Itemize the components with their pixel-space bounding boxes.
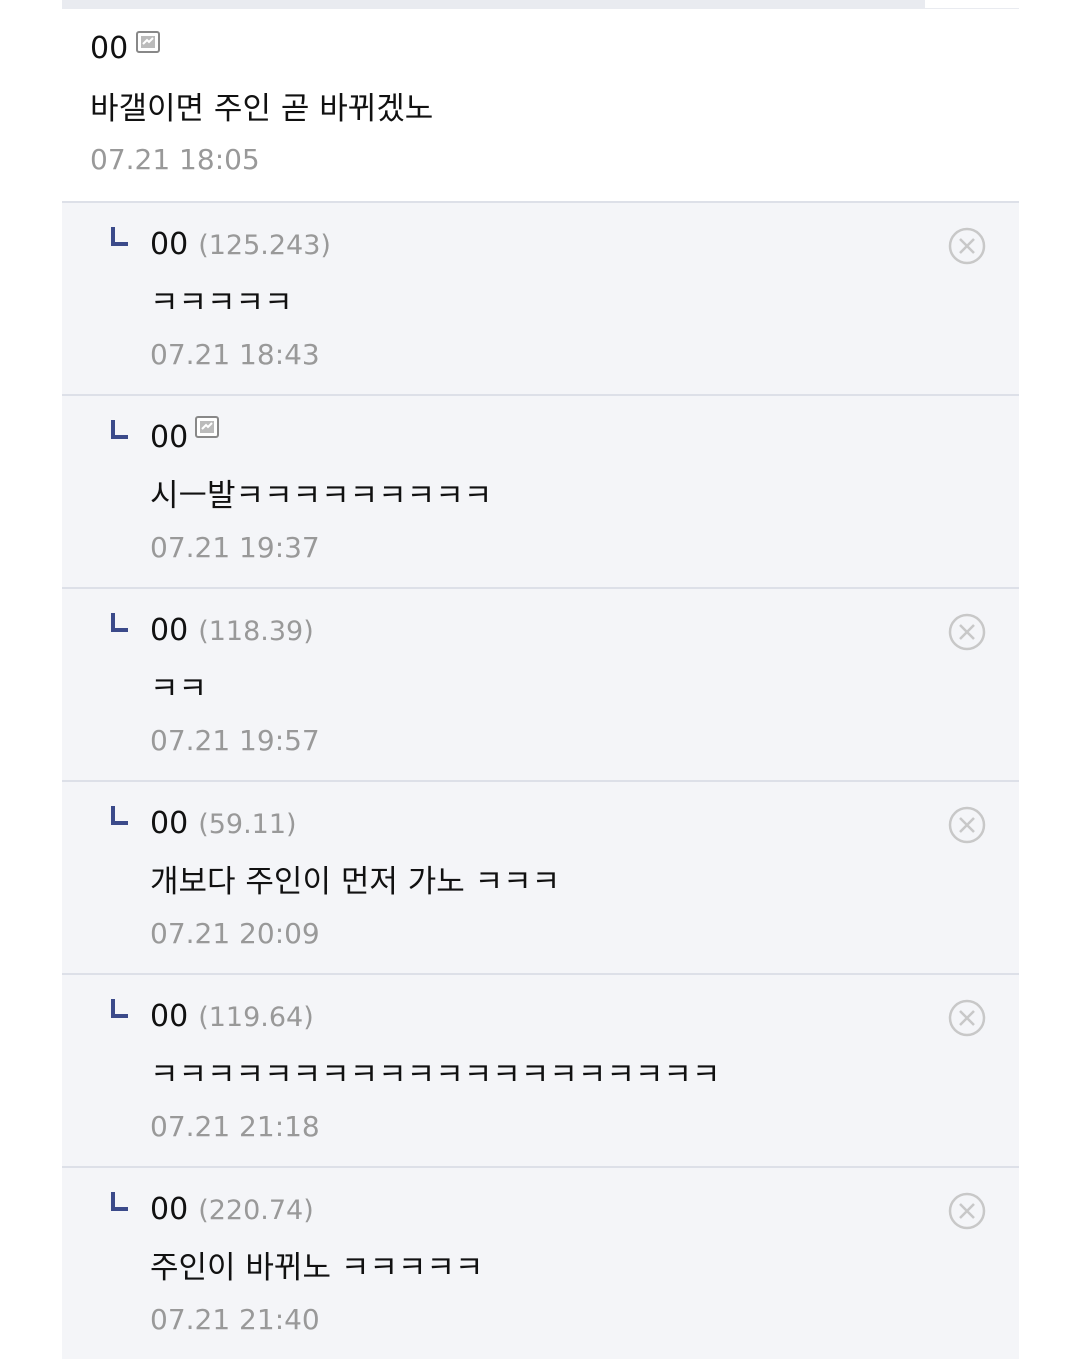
reply-nickname-text: 00 [150, 420, 189, 455]
delete-reply-icon[interactable] [948, 999, 986, 1037]
reply-ip: (125.243) [198, 230, 331, 261]
delete-reply-icon[interactable] [948, 806, 986, 844]
reply-date: 07.21 21:18 [150, 1110, 320, 1143]
reply-date: 07.21 18:43 [150, 338, 320, 371]
comment-text: 바갤이면 주인 곧 바뀌겠노 [90, 91, 434, 127]
reply-nickname-text: 00 [150, 806, 189, 841]
reply-item: 00 시ㅡ발ㅋㅋㅋㅋㅋㅋㅋㅋㅋ 07.21 19:37 [62, 394, 1019, 587]
reply-arrow-icon [111, 1192, 128, 1211]
reply-text: 주인이 바뀌노 ㅋㅋㅋㅋㅋ [150, 1250, 484, 1286]
reply-text: ㅋㅋ [150, 671, 208, 707]
reply-arrow-icon [111, 999, 128, 1018]
reply-nickname-text: 00 [150, 227, 189, 262]
reply-nickname[interactable]: 00 (119.64) [150, 997, 314, 1038]
delete-reply-icon[interactable] [948, 613, 986, 651]
reply-date: 07.21 20:09 [150, 917, 320, 950]
top-tab-active[interactable] [925, 0, 1054, 8]
reply-date: 07.21 19:57 [150, 724, 320, 757]
reply-text: 개보다 주인이 먼저 가노 ㅋㅋㅋ [150, 864, 561, 900]
reply-nickname-text: 00 [150, 1192, 189, 1227]
reply-nickname[interactable]: 00 (59.11) [150, 804, 297, 845]
reply-nickname[interactable]: 00 [150, 418, 188, 458]
reply-item: 00 (59.11) 개보다 주인이 먼저 가노 ㅋㅋㅋ 07.21 20:09 [62, 780, 1019, 973]
reply-item: 00 (125.243) ㅋㅋㅋㅋㅋ 07.21 18:43 [62, 201, 1019, 394]
reply-text: 시ㅡ발ㅋㅋㅋㅋㅋㅋㅋㅋㅋ [150, 478, 493, 514]
reply-nickname[interactable]: 00 (125.243) [150, 225, 331, 266]
reply-ip: (59.11) [198, 809, 297, 840]
delete-reply-icon[interactable] [948, 1192, 986, 1230]
reply-nickname-text: 00 [150, 999, 189, 1034]
gallery-member-icon [136, 31, 160, 57]
reply-ip: (119.64) [198, 1002, 314, 1033]
reply-ip: (220.74) [198, 1195, 314, 1226]
reply-arrow-icon [111, 227, 128, 246]
reply-list: 00 (125.243) ㅋㅋㅋㅋㅋ 07.21 18:43 00 시ㅡ발ㅋㅋㅋㅋ… [62, 201, 1019, 1359]
reply-item: 00 (118.39) ㅋㅋ 07.21 19:57 [62, 587, 1019, 780]
reply-item: 00 (220.74) 주인이 바뀌노 ㅋㅋㅋㅋㅋ 07.21 21:40 [62, 1166, 1019, 1359]
reply-arrow-icon [111, 613, 128, 632]
gallery-member-icon [195, 416, 219, 442]
reply-ip: (118.39) [198, 616, 314, 647]
comment-date: 07.21 18:05 [90, 143, 260, 176]
reply-arrow-icon [111, 806, 128, 825]
reply-nickname[interactable]: 00 (220.74) [150, 1190, 314, 1231]
main-comment: 00 바갤이면 주인 곧 바뀌겠노 07.21 18:05 [62, 9, 1019, 201]
delete-reply-icon[interactable] [948, 227, 986, 265]
reply-item: 00 (119.64) ㅋㅋㅋㅋㅋㅋㅋㅋㅋㅋㅋㅋㅋㅋㅋㅋㅋㅋㅋㅋ 07.21 21… [62, 973, 1019, 1166]
reply-text: ㅋㅋㅋㅋㅋ [150, 285, 293, 321]
reply-nickname-text: 00 [150, 613, 189, 648]
comment-nickname[interactable]: 00 [90, 29, 128, 69]
reply-date: 07.21 21:40 [150, 1303, 320, 1336]
reply-text: ㅋㅋㅋㅋㅋㅋㅋㅋㅋㅋㅋㅋㅋㅋㅋㅋㅋㅋㅋㅋ [150, 1057, 721, 1093]
reply-date: 07.21 19:37 [150, 531, 320, 564]
reply-nickname[interactable]: 00 (118.39) [150, 611, 314, 652]
top-tab-bar [62, 0, 1054, 9]
reply-arrow-icon [111, 420, 128, 439]
